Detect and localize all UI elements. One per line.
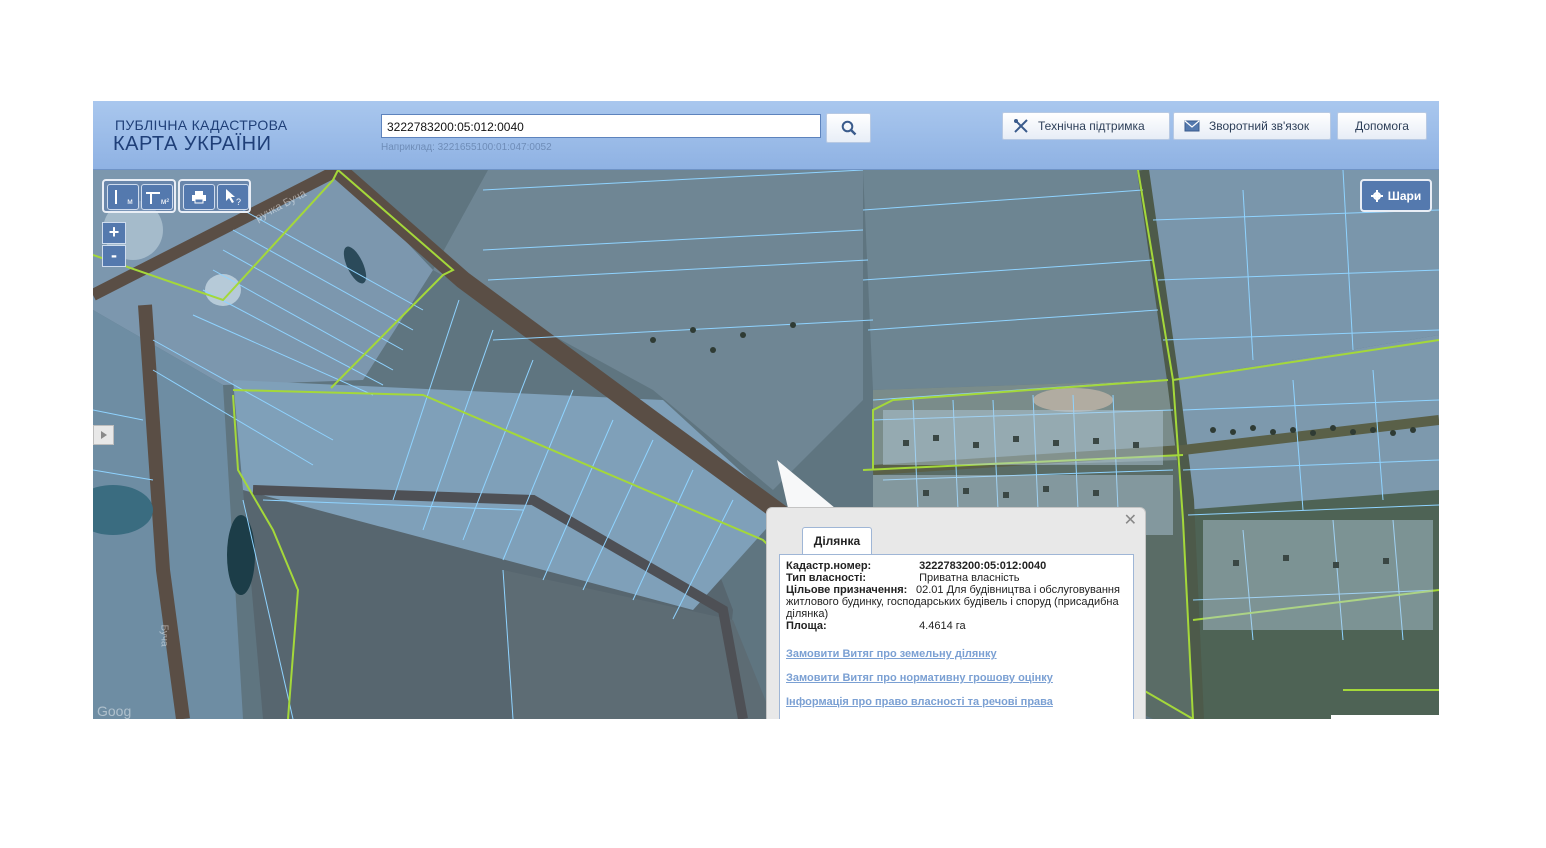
area-measure-icon <box>145 192 160 204</box>
purpose-value-line1: 02.01 Для будівництва і обслуговування <box>916 584 1120 596</box>
search-input[interactable]: 3222783200:05:012:0040 <box>381 114 821 138</box>
help-label: Допомога <box>1355 119 1409 133</box>
printer-icon <box>192 191 206 204</box>
field-row: Кадастр.номер: 3222783200:05:012:0040 <box>786 560 1127 572</box>
area-value: 4.4614 га <box>919 620 966 632</box>
order-valuation-extract-link[interactable]: Замовити Витяг про нормативну грошову оц… <box>786 672 1127 684</box>
logo-line-2: КАРТА УКРАЇНИ <box>113 133 272 155</box>
parcel-info-popup: ✕ Ділянка Кадастр.номер: 3222783200:05:0… <box>766 507 1146 719</box>
popup-content: Кадастр.номер: 3222783200:05:012:0040 Ти… <box>779 554 1134 719</box>
layers-label: Шари <box>1387 188 1422 203</box>
cadastral-number-value: 3222783200:05:012:0040 <box>919 560 1047 572</box>
ownership-label: Тип власності: <box>786 572 867 584</box>
measure-distance-button[interactable]: м <box>107 184 139 210</box>
tab-parcel[interactable]: Ділянка <box>802 527 872 555</box>
purpose-row: Цільове призначення: 02.01 Для будівництв… <box>786 584 1127 620</box>
identify-button[interactable]: ? <box>217 184 249 210</box>
search-icon <box>841 120 856 136</box>
area-label: Площа: <box>786 620 827 632</box>
tech-support-label: Технічна підтримка <box>1038 119 1145 133</box>
ruler-icon <box>115 190 118 204</box>
gear-icon <box>1370 189 1383 202</box>
search-button[interactable] <box>826 113 871 143</box>
measure-toolbar: м м² <box>102 179 176 213</box>
help-button[interactable]: Допомога <box>1337 112 1427 140</box>
cursor-question-icon: ? <box>226 189 241 206</box>
purpose-label: Цільове призначення: <box>786 584 908 596</box>
map-canvas[interactable]: Goog ручка Буча Буча м м² ? + - Шари ✕ Д… <box>93 170 1439 719</box>
purpose-value-rest: житлового будинку, господарських будівел… <box>786 596 1119 620</box>
layers-button[interactable]: Шари <box>1360 179 1432 212</box>
feedback-button[interactable]: Зворотний зв'язок <box>1173 112 1331 140</box>
side-panel-toggle[interactable] <box>93 425 114 445</box>
ownership-value: Приватна власність <box>919 572 1020 584</box>
envelope-icon <box>1184 120 1200 132</box>
cadastral-number-label: Кадастр.номер: <box>786 560 872 572</box>
tech-support-button[interactable]: Технічна підтримка <box>1002 112 1170 140</box>
logo-line-1: ПУБЛІЧНА КАДАСТРОВА <box>115 117 288 133</box>
print-info-toolbar: ? <box>178 179 251 213</box>
road-label: Буча <box>158 624 170 647</box>
header-bar: ПУБЛІЧНА КАДАСТРОВА КАРТА УКРАЇНИ 322278… <box>93 101 1439 170</box>
tools-icon <box>1014 119 1028 133</box>
print-button[interactable] <box>183 184 215 210</box>
measure-distance-unit: м <box>127 196 133 206</box>
measure-area-unit: м² <box>160 196 170 206</box>
zoom-in-button[interactable]: + <box>102 222 126 244</box>
triangle-right-icon <box>100 431 107 439</box>
zoom-out-button[interactable]: - <box>102 245 126 267</box>
order-land-extract-link[interactable]: Замовити Витяг про земельну ділянку <box>786 648 1127 660</box>
cadastral-map-app: ПУБЛІЧНА КАДАСТРОВА КАРТА УКРАЇНИ 322278… <box>93 101 1439 719</box>
imagery-attribution: Goog <box>97 703 132 719</box>
feedback-label: Зворотний зв'язок <box>1209 119 1310 133</box>
measure-area-button[interactable]: м² <box>141 184 173 210</box>
search-hint: Наприклад: 3221655100:01:047:0052 <box>381 142 552 153</box>
ownership-rights-info-link[interactable]: Інформація про право власності та речові… <box>786 696 1127 708</box>
close-icon[interactable]: ✕ <box>1124 513 1137 529</box>
field-row: Площа: 4.4614 га <box>786 620 1127 632</box>
field-row: Тип власності: Приватна власність <box>786 572 1127 584</box>
svg-text:?: ? <box>236 197 241 206</box>
